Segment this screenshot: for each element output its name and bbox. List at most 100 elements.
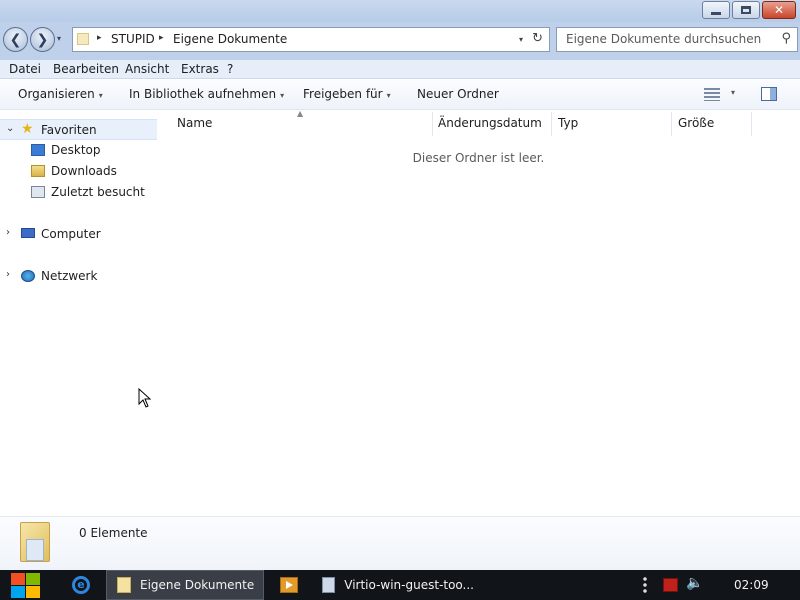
restore-icon xyxy=(741,6,751,14)
item-count: 0 Elemente xyxy=(79,526,148,540)
organize-button[interactable]: Organisieren ▾ xyxy=(18,87,103,101)
windows-logo-icon xyxy=(11,586,25,598)
tray-overflow-icon[interactable] xyxy=(643,576,647,594)
command-toolbar: Organisieren ▾ In Bibliothek aufnehmen ▾ F… xyxy=(0,80,800,110)
minimize-button[interactable] xyxy=(702,1,730,19)
windows-logo-icon xyxy=(26,586,40,598)
breadcrumb-eigene-dokumente[interactable]: Eigene Dokumente xyxy=(173,32,287,46)
taskbar: e Eigene Dokumente Virtio-win-guest-too.… xyxy=(0,570,800,600)
column-header-size[interactable]: Größe xyxy=(678,116,714,130)
column-divider[interactable] xyxy=(671,112,672,136)
taskbar-button-virtio[interactable]: Virtio-win-guest-too... xyxy=(312,570,474,600)
sidebar-item-recent[interactable]: Zuletzt besucht xyxy=(0,182,157,203)
organize-label: Organisieren xyxy=(18,87,95,101)
chevron-down-icon: ▾ xyxy=(98,91,103,100)
folder-icon xyxy=(77,33,89,45)
search-icon[interactable]: ⚲ xyxy=(781,31,791,46)
installer-icon xyxy=(322,577,336,593)
breadcrumb-separator-icon[interactable]: ▸ xyxy=(97,33,102,43)
forward-arrow-icon: ❯ xyxy=(36,31,49,48)
details-pane: 0 Elemente xyxy=(0,516,800,570)
empty-folder-message: Dieser Ordner ist leer. xyxy=(412,151,545,165)
breadcrumb-separator-icon[interactable]: ▸ xyxy=(159,33,164,43)
start-button[interactable] xyxy=(10,572,42,599)
sidebar-item-desktop[interactable]: Desktop xyxy=(0,140,157,161)
back-button[interactable]: ❮ xyxy=(3,27,28,52)
star-icon: ★ xyxy=(21,121,34,137)
navigation-pane: ⌄ ★ Favoriten Desktop Downloads Zuletzt … xyxy=(0,111,157,516)
network-icon xyxy=(21,270,35,282)
folder-icon xyxy=(117,577,131,593)
menu-datei[interactable]: Datei xyxy=(9,62,41,76)
back-arrow-icon: ❮ xyxy=(9,31,22,48)
column-header-name[interactable]: Name xyxy=(177,116,212,130)
expand-icon[interactable]: ⌄ xyxy=(6,123,14,134)
new-folder-button[interactable]: Neuer Ordner xyxy=(417,87,499,101)
system-clock[interactable]: 02:09 xyxy=(734,578,769,592)
taskbar-button-label: Eigene Dokumente xyxy=(140,578,255,592)
sidebar-item-favoriten[interactable]: ⌄ ★ Favoriten xyxy=(0,119,157,140)
windows-logo-icon xyxy=(26,573,40,585)
chevron-down-icon: ▾ xyxy=(386,91,391,100)
title-bar: ✕ xyxy=(0,0,800,22)
forward-button[interactable]: ❯ xyxy=(30,27,55,52)
windows-logo-icon xyxy=(11,573,25,585)
desktop-icon xyxy=(31,144,45,156)
menu-bar: Datei Bearbeiten Ansicht Extras ? xyxy=(0,60,800,79)
display-tray-icon[interactable] xyxy=(663,578,678,592)
search-box[interactable]: Eigene Dokumente durchsuchen ⚲ xyxy=(556,27,798,52)
menu-bearbeiten[interactable]: Bearbeiten xyxy=(53,62,119,76)
folder-icon xyxy=(20,522,50,562)
downloads-icon xyxy=(31,165,45,177)
address-dropdown-icon[interactable]: ▾ xyxy=(519,35,523,44)
sidebar-item-label: Desktop xyxy=(51,143,101,157)
include-library-label: In Bibliothek aufnehmen xyxy=(129,87,277,101)
include-in-library-button[interactable]: In Bibliothek aufnehmen ▾ xyxy=(129,87,284,101)
recent-places-icon xyxy=(31,186,45,198)
taskbar-button-eigene-dokumente[interactable]: Eigene Dokumente xyxy=(106,570,264,600)
address-bar[interactable]: ▸ STUPID ▸ Eigene Dokumente ▾ ↻ xyxy=(72,27,550,52)
chevron-down-icon: ▾ xyxy=(280,91,285,100)
search-input[interactable]: Eigene Dokumente durchsuchen xyxy=(566,32,761,46)
collapsed-chevron-icon[interactable]: › xyxy=(6,269,10,280)
column-header-type[interactable]: Typ xyxy=(558,116,578,130)
navigation-bar: ❮ ❯ ▾ ▸ STUPID ▸ Eigene Dokumente ▾ ↻ Ei… xyxy=(0,22,800,60)
view-options-icon[interactable] xyxy=(704,88,720,101)
menu-help[interactable]: ? xyxy=(227,62,233,76)
breadcrumb-stupid[interactable]: STUPID xyxy=(111,32,155,46)
volume-muted-icon[interactable]: 🔈 xyxy=(686,575,703,591)
maximize-button[interactable] xyxy=(732,1,760,19)
column-divider[interactable] xyxy=(432,112,433,136)
column-header-modified[interactable]: Änderungsdatum xyxy=(438,116,542,130)
collapsed-chevron-icon[interactable]: › xyxy=(6,227,10,238)
chevron-down-icon[interactable]: ▾ xyxy=(731,88,735,97)
sort-ascending-icon: ▲ xyxy=(297,109,304,118)
window-controls: ✕ xyxy=(700,1,796,19)
menu-extras[interactable]: Extras xyxy=(181,62,219,76)
sidebar-item-netzwerk[interactable]: › Netzwerk xyxy=(0,266,157,287)
new-folder-label: Neuer Ordner xyxy=(417,87,499,101)
mouse-cursor-icon xyxy=(138,388,152,408)
sidebar-item-downloads[interactable]: Downloads xyxy=(0,161,157,182)
column-divider[interactable] xyxy=(551,112,552,136)
media-player-icon[interactable] xyxy=(280,577,298,593)
refresh-icon[interactable]: ↻ xyxy=(532,31,543,46)
recent-pages-dropdown[interactable]: ▾ xyxy=(57,34,61,43)
menu-ansicht[interactable]: Ansicht xyxy=(125,62,169,76)
sidebar-item-label: Zuletzt besucht xyxy=(51,185,145,199)
sidebar-item-computer[interactable]: › Computer xyxy=(0,224,157,245)
column-divider[interactable] xyxy=(751,112,752,136)
sidebar-item-label: Favoriten xyxy=(41,123,97,137)
file-list-pane[interactable]: ▲ Name Änderungsdatum Typ Größe Dieser O… xyxy=(157,109,800,516)
share-with-label: Freigeben für xyxy=(303,87,383,101)
sidebar-item-label: Netzwerk xyxy=(41,269,98,283)
preview-pane-icon[interactable] xyxy=(761,87,777,101)
sidebar-item-label: Computer xyxy=(41,227,101,241)
internet-explorer-icon[interactable]: e xyxy=(72,576,90,594)
close-icon: ✕ xyxy=(773,3,785,17)
close-button[interactable]: ✕ xyxy=(762,1,796,19)
computer-icon xyxy=(21,228,35,238)
taskbar-button-label: Virtio-win-guest-too... xyxy=(344,578,474,592)
sidebar-item-label: Downloads xyxy=(51,164,117,178)
share-with-button[interactable]: Freigeben für ▾ xyxy=(303,87,391,101)
